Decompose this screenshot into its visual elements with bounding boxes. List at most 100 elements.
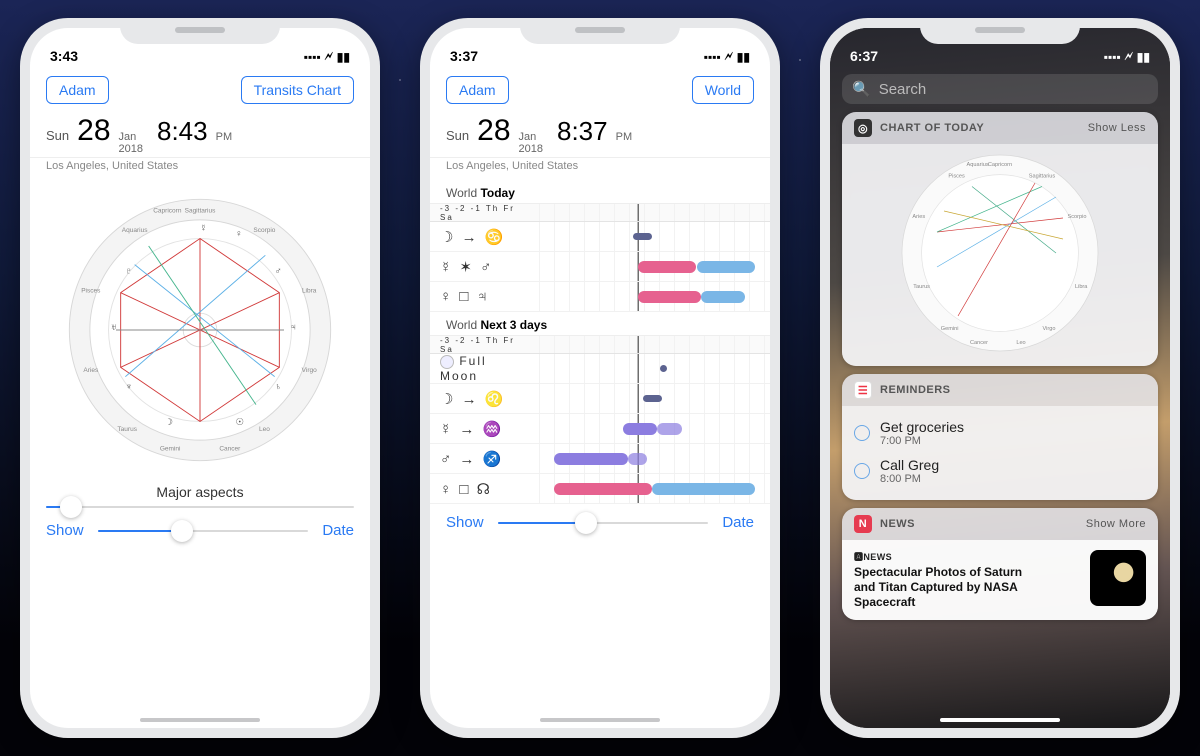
screen-1: 3:43 ▪▪▪▪ 🗲 ▮▮ Adam Transits Chart Sun 2… xyxy=(30,28,370,728)
svg-text:Gemini: Gemini xyxy=(160,445,181,452)
device-notch xyxy=(520,18,680,44)
svg-text:♆: ♆ xyxy=(125,382,132,392)
search-icon: 🔍 xyxy=(852,80,871,98)
reminder-time: 8:00 PM xyxy=(880,473,939,485)
phone-mockup-1: 3:43 ▪▪▪▪ 🗲 ▮▮ Adam Transits Chart Sun 2… xyxy=(20,18,380,738)
status-time: 3:37 xyxy=(450,48,478,64)
date-button[interactable]: Date xyxy=(722,514,754,531)
news-source: 🅰NEWS xyxy=(854,550,1034,563)
time: 8:43 xyxy=(157,116,208,147)
spotlight-search[interactable]: 🔍 Search xyxy=(842,74,1158,104)
section-world-today: World Today xyxy=(430,180,770,203)
profile-button[interactable]: Adam xyxy=(446,76,509,104)
battery-icon: ▮▮ xyxy=(337,50,350,64)
transit-row[interactable]: ☽ → ♌ xyxy=(430,384,770,414)
widget-title: CHART OF TODAY xyxy=(880,122,984,134)
ampm: PM xyxy=(616,131,633,143)
svg-text:Virgo: Virgo xyxy=(1043,326,1056,332)
screen-3-today-view: 6:37 ▪▪▪▪ 🗲 ▮▮ 🔍 Search ◎ CHART OF TODAY… xyxy=(830,28,1170,728)
reminder-title: Call Greg xyxy=(880,457,939,473)
show-less-button[interactable]: Show Less xyxy=(1088,122,1146,134)
reminder-time: 7:00 PM xyxy=(880,435,964,447)
news-item[interactable]: 🅰NEWS Spectacular Photos of Saturn and T… xyxy=(842,540,1158,620)
widget-title: NEWS xyxy=(880,518,915,530)
weekday: Sun xyxy=(46,128,69,143)
day-number: 28 xyxy=(77,114,110,148)
aspect-symbols: ☽ → ♋ xyxy=(440,228,525,246)
wifi-icon: 🗲 xyxy=(325,49,333,64)
reminders-icon: ☰ xyxy=(854,381,872,399)
aspect-symbols: ☿ ✶ ♂ xyxy=(440,258,525,276)
widget-reminders[interactable]: ☰ REMINDERS Get groceries 7:00 PM xyxy=(842,374,1158,500)
natal-chart[interactable]: Sagittarius Scorpio Libra Virgo Leo Canc… xyxy=(30,180,370,478)
reminder-item[interactable]: Call Greg 8:00 PM xyxy=(854,452,1146,490)
wifi-icon: 🗲 xyxy=(1125,49,1133,64)
home-indicator[interactable] xyxy=(540,718,660,722)
reminder-item[interactable]: Get groceries 7:00 PM xyxy=(854,414,1146,452)
transit-row[interactable]: Full Moon xyxy=(430,354,770,384)
cellular-icon: ▪▪▪▪ xyxy=(704,50,721,64)
svg-text:Sagittarius: Sagittarius xyxy=(1029,173,1056,179)
datetime-row[interactable]: Sun 28 Jan2018 8:43 PM xyxy=(30,110,370,158)
transit-row[interactable]: ♀ □ ☊ xyxy=(430,474,770,504)
reminders-body: Get groceries 7:00 PM Call Greg 8:00 PM xyxy=(842,406,1158,500)
cellular-icon: ▪▪▪▪ xyxy=(1104,50,1121,64)
profile-button[interactable]: Adam xyxy=(46,76,109,104)
transits-chart-button[interactable]: Transits Chart xyxy=(241,76,354,104)
today-grid: -3 -2 -1 Th Fr Sa ☽ → ♋ ☿ ✶ ♂ ♀ □ ♃ xyxy=(430,203,770,312)
svg-text:Aries: Aries xyxy=(912,214,925,220)
svg-text:Pisces: Pisces xyxy=(81,288,101,295)
widget-chart-of-today[interactable]: ◎ CHART OF TODAY Show Less CapricornSagi… xyxy=(842,112,1158,366)
day-number: 28 xyxy=(477,114,510,148)
status-time: 6:37 xyxy=(850,48,878,64)
svg-text:Taurus: Taurus xyxy=(913,284,930,290)
transit-row[interactable]: ☽ → ♋ xyxy=(430,222,770,252)
svg-text:Pisces: Pisces xyxy=(948,173,965,179)
home-indicator[interactable] xyxy=(940,718,1060,722)
transit-row[interactable]: ♂ → ♐ xyxy=(430,444,770,474)
datetime-row[interactable]: Sun 28 Jan2018 8:37 PM xyxy=(430,110,770,158)
aspects-slider[interactable] xyxy=(46,506,354,508)
widget-news[interactable]: N NEWS Show More 🅰NEWS Spectacular Photo… xyxy=(842,508,1158,620)
widget-title: REMINDERS xyxy=(880,384,951,396)
svg-text:Capricorn: Capricorn xyxy=(153,207,182,214)
status-icons: ▪▪▪▪ 🗲 ▮▮ xyxy=(304,49,350,64)
show-button[interactable]: Show xyxy=(446,514,484,531)
svg-text:☿: ☿ xyxy=(200,223,207,233)
transit-row[interactable]: ☿ → ♒ xyxy=(430,414,770,444)
date-button[interactable]: Date xyxy=(322,522,354,539)
svg-text:♀: ♀ xyxy=(235,229,242,239)
aspect-symbols: ☽ → ♌ xyxy=(440,390,525,408)
svg-text:Libra: Libra xyxy=(1075,284,1088,290)
aspect-symbols: ☿ → ♒ xyxy=(440,420,525,438)
svg-text:Taurus: Taurus xyxy=(117,426,137,433)
footer-row: Show Date xyxy=(30,512,370,539)
transit-row[interactable]: ☿ ✶ ♂ xyxy=(430,252,770,282)
reminder-checkbox[interactable] xyxy=(854,463,870,479)
reminder-checkbox[interactable] xyxy=(854,425,870,441)
natal-chart-svg: Sagittarius Scorpio Libra Virgo Leo Canc… xyxy=(60,190,340,470)
location-label: Los Angeles, United States xyxy=(430,158,770,180)
svg-text:♂: ♂ xyxy=(275,266,282,276)
date-slider[interactable] xyxy=(498,522,709,524)
svg-text:Cancer: Cancer xyxy=(970,340,988,346)
world-button[interactable]: World xyxy=(692,76,754,104)
time: 8:37 xyxy=(557,116,608,147)
cellular-icon: ▪▪▪▪ xyxy=(304,50,321,64)
month-year: Jan2018 xyxy=(119,132,143,155)
show-more-button[interactable]: Show More xyxy=(1086,518,1146,530)
major-aspects-label: Major aspects xyxy=(30,478,370,502)
home-indicator[interactable] xyxy=(140,718,260,722)
show-button[interactable]: Show xyxy=(46,522,84,539)
svg-text:♇: ♇ xyxy=(125,266,132,276)
device-notch xyxy=(120,18,280,44)
full-moon-label: Full Moon xyxy=(440,354,525,383)
aspect-symbols: ♀ □ ☊ xyxy=(440,480,525,498)
weekday: Sun xyxy=(446,128,469,143)
date-slider[interactable] xyxy=(98,530,309,532)
news-headline: Spectacular Photos of Saturn and Titan C… xyxy=(854,565,1034,610)
battery-icon: ▮▮ xyxy=(737,50,750,64)
ampm: PM xyxy=(216,131,233,143)
transit-row[interactable]: ♀ □ ♃ xyxy=(430,282,770,312)
svg-text:Gemini: Gemini xyxy=(941,326,959,332)
